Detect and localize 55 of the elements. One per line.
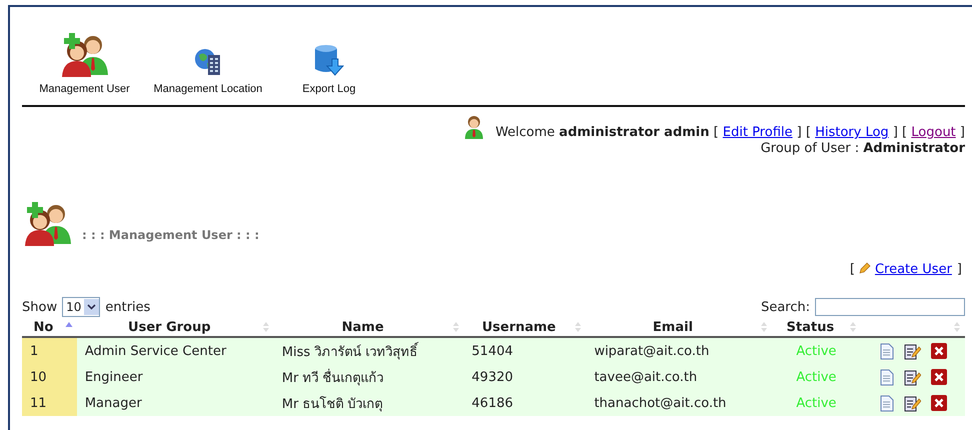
user-group-text: Group of User : Administrator bbox=[760, 141, 965, 156]
bracket-text: [ bbox=[850, 262, 855, 277]
database-export-icon bbox=[312, 43, 346, 77]
bracket-text: ] bbox=[796, 125, 802, 140]
table-cell: Active bbox=[772, 390, 862, 416]
table-cell: tavee@ait.co.th bbox=[586, 364, 772, 390]
header-link[interactable]: Logout bbox=[911, 125, 956, 140]
table-cell: 11 bbox=[22, 390, 77, 416]
document-icon[interactable] bbox=[880, 394, 894, 412]
table-cell: Active bbox=[772, 364, 862, 390]
table-cell: 46186 bbox=[464, 390, 586, 416]
bracket-text: ] bbox=[892, 125, 898, 140]
table-cell: wiparat@ait.co.th bbox=[586, 337, 772, 364]
entries-label: entries bbox=[105, 300, 150, 314]
bracket-text: ] bbox=[960, 125, 965, 140]
bracket-text: ] bbox=[956, 262, 962, 277]
header-link[interactable]: Edit Profile bbox=[722, 125, 792, 140]
edit-icon[interactable] bbox=[904, 394, 921, 412]
nav-item[interactable]: Export Log bbox=[269, 43, 389, 105]
edit-icon[interactable] bbox=[904, 342, 921, 360]
table-cell: Active bbox=[772, 337, 862, 364]
search-label: Search: bbox=[760, 300, 810, 314]
table-cell: Manager bbox=[76, 390, 274, 416]
table-cell: thanachot@ait.co.th bbox=[586, 390, 772, 416]
table-cell: Miss วิภารัตน์ เวทวิสุทธิ์ bbox=[274, 337, 464, 364]
header-link[interactable]: History Log bbox=[815, 125, 889, 140]
user-icon bbox=[463, 115, 486, 139]
table-cell: Engineer bbox=[76, 364, 274, 390]
welcome-text: Welcome administrator admin bbox=[495, 125, 710, 140]
entries-select[interactable]: 10 bbox=[62, 297, 100, 317]
bracket-text: [ bbox=[714, 125, 719, 140]
bracket-text: [ bbox=[902, 125, 908, 140]
document-icon[interactable] bbox=[880, 368, 894, 386]
section-title: : : : Management User : : : bbox=[82, 228, 260, 242]
globe-building-icon bbox=[193, 47, 223, 77]
delete-icon[interactable] bbox=[930, 369, 947, 385]
table-cell: 1 bbox=[22, 337, 77, 364]
delete-icon[interactable] bbox=[930, 343, 947, 359]
table-cell: 49320 bbox=[464, 364, 586, 390]
document-icon[interactable] bbox=[880, 342, 894, 360]
table-cell: 10 bbox=[22, 364, 77, 390]
nav-item[interactable]: Management Location bbox=[147, 47, 269, 105]
table-cell: Admin Service Center bbox=[76, 337, 274, 364]
edit-icon[interactable] bbox=[904, 368, 921, 386]
bracket-text: [ bbox=[806, 125, 811, 140]
show-label: Show bbox=[22, 300, 58, 314]
users-icon bbox=[22, 200, 74, 246]
table-cell: 51404 bbox=[464, 337, 586, 364]
table-cell: Mr ทวี ชื่นเกตุแก้ว bbox=[274, 364, 464, 390]
search-field[interactable] bbox=[815, 298, 965, 316]
nav-item[interactable]: Management User bbox=[22, 31, 147, 105]
table-cell: Mr ธนโชติ บัวเกตุ bbox=[274, 390, 464, 416]
delete-icon[interactable] bbox=[930, 395, 947, 411]
create-user-link[interactable]: Create User bbox=[874, 262, 952, 277]
pencil-icon bbox=[858, 262, 871, 274]
